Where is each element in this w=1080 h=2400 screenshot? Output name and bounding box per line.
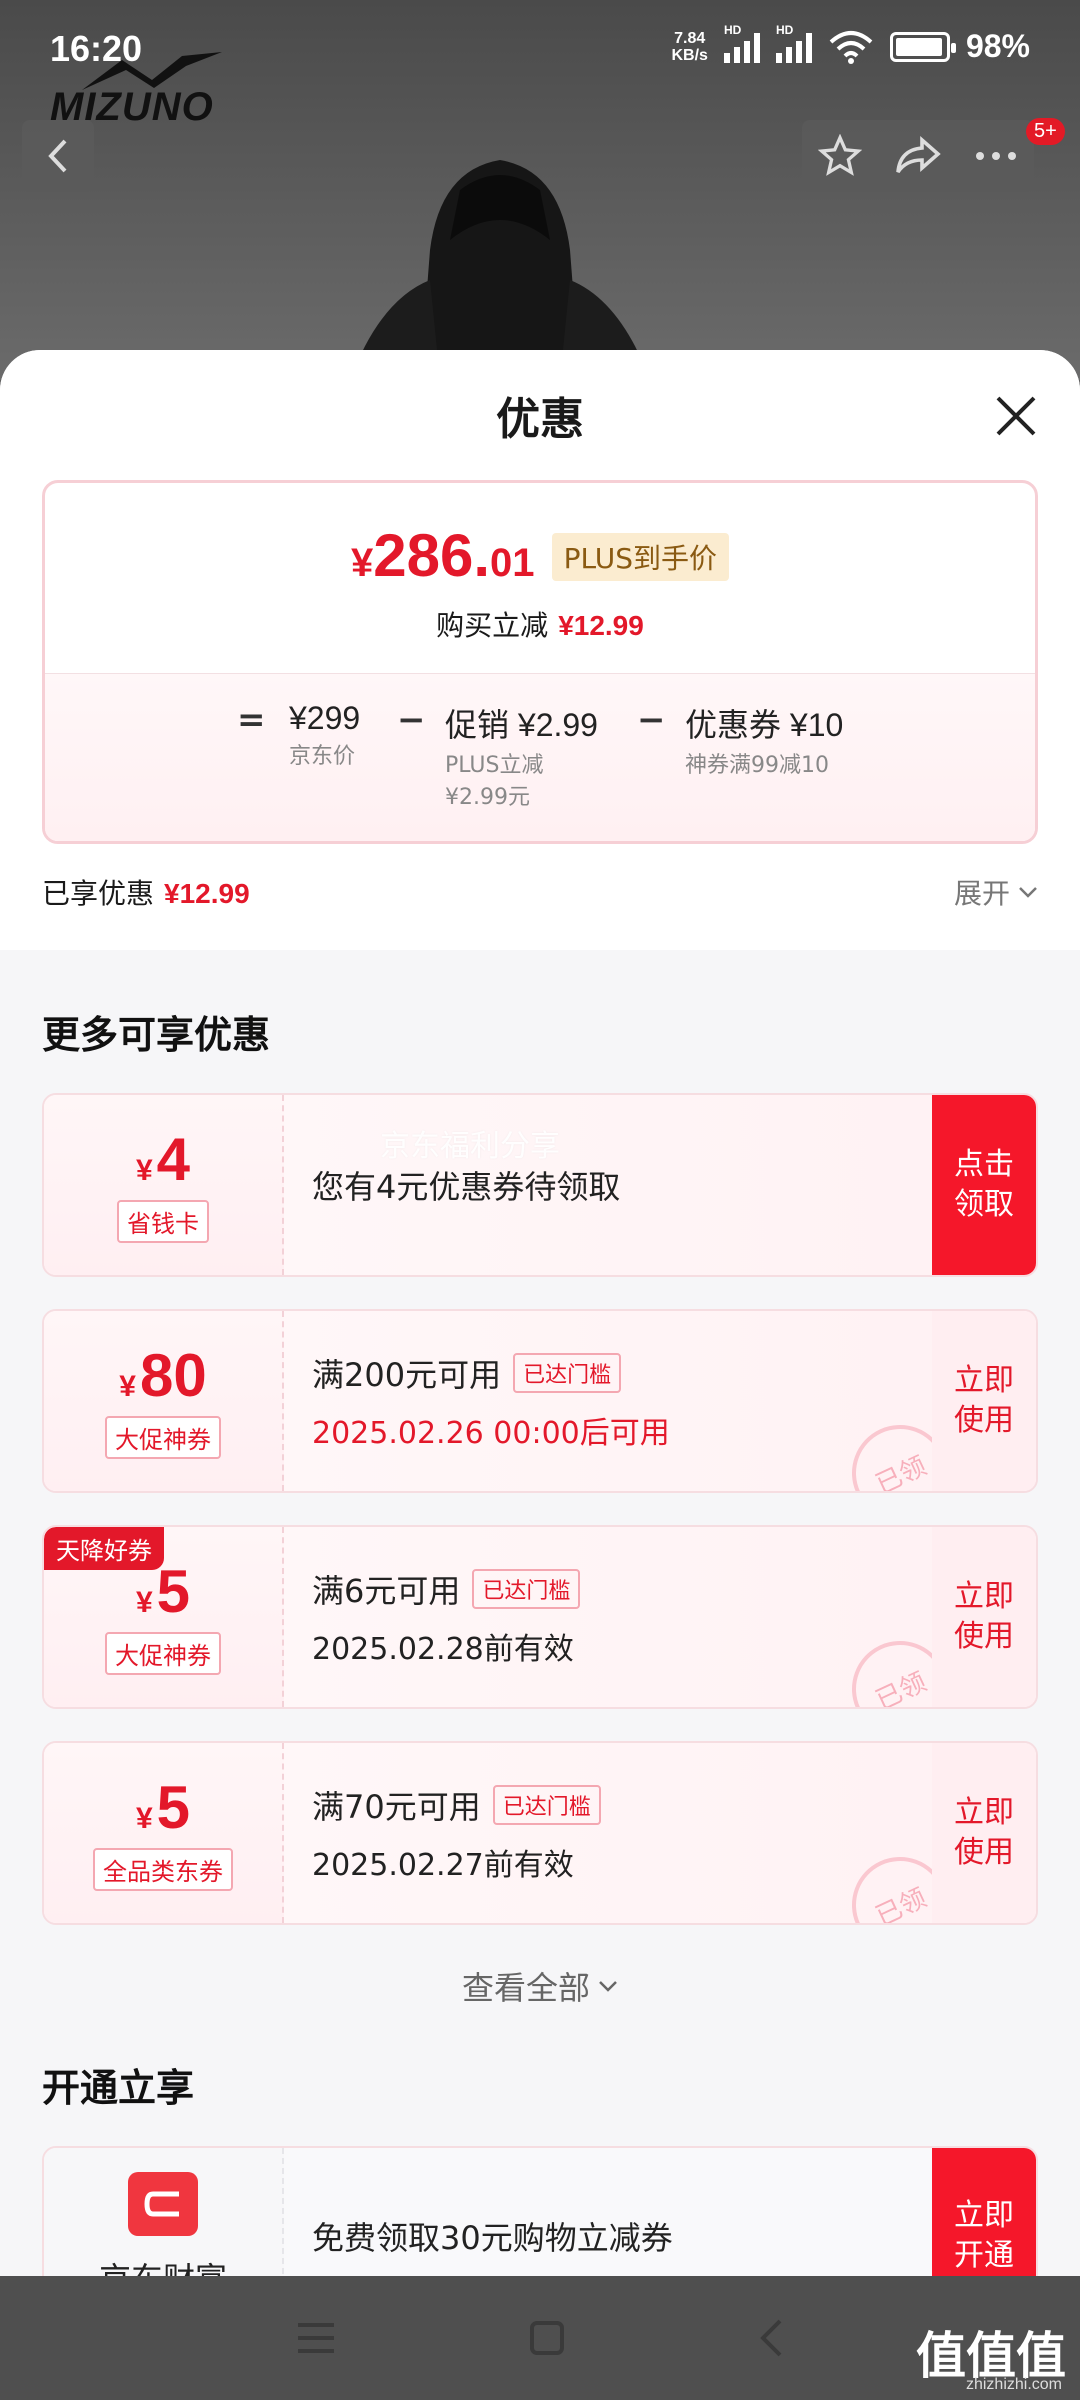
signal-icon-2: HD	[775, 23, 812, 63]
sheet-header-block: 优惠 ¥ 286. 01 PLUS到手价 购买立减 ¥12.99 = ¥299 京	[0, 350, 1080, 950]
formula-item-jd-price: ¥299 京东价	[289, 700, 361, 769]
coupon-value: ¥80 大促神券	[44, 1311, 284, 1491]
sheet-title: 优惠	[496, 394, 584, 445]
activate-button[interactable]: 立即 开通	[932, 2148, 1036, 2278]
discount-sheet: 优惠 ¥ 286. 01 PLUS到手价 购买立减 ¥12.99 = ¥299 京	[0, 350, 1080, 2278]
jd-wealth-card: 京东财富 免费领取30元购物立减券 立即 开通	[42, 2146, 1038, 2278]
chevron-down-icon	[599, 1981, 617, 1992]
back-icon	[48, 139, 67, 173]
jacket-image	[350, 160, 650, 380]
coupon-type: 全品类东券	[93, 1847, 233, 1891]
coupon-desc: 京东福利分享 您有4元优惠券待领取	[284, 1095, 932, 1275]
minus-sign: −	[397, 700, 426, 740]
coupon-card: ¥5 全品类东券 满70元可用 已达门槛 2025.02.27前有效 已领 立即 …	[42, 1741, 1038, 1925]
coupon-card: ¥80 大促神券 满200元可用 已达门槛 2025.02.26 00:00后可用…	[42, 1309, 1038, 1493]
back-button[interactable]	[22, 120, 94, 192]
coupon-card: 天降好券 ¥5 大促神券 满6元可用 已达门槛 2025.02.28前有效 已领 …	[42, 1525, 1038, 1709]
corner-tag: 天降好券	[44, 1527, 164, 1570]
jd-wealth-desc: 免费领取30元购物立减券	[284, 2148, 932, 2278]
plus-price-tag: PLUS到手价	[551, 533, 729, 581]
coupon-desc: 满6元可用 已达门槛 2025.02.28前有效	[284, 1527, 932, 1707]
share-icon[interactable]	[894, 136, 942, 176]
equals-sign: =	[237, 700, 266, 740]
formula-item-promotion: 促销 ¥2.99 PLUS立减 ¥2.99元	[445, 707, 598, 810]
coupon-type: 省钱卡	[117, 1199, 209, 1243]
menu-icon[interactable]	[296, 2321, 336, 2355]
signal-icon: HD	[723, 23, 760, 63]
enjoyed-discount-row: 已享优惠 ¥12.99 展开	[0, 844, 1080, 940]
watermark-text: 京东福利分享	[380, 1129, 560, 1164]
status-icons: 7.84 KB/s HD HD 98%	[671, 23, 1031, 65]
star-icon[interactable]	[818, 134, 862, 178]
instant-discount: 购买立减 ¥12.99	[436, 609, 644, 642]
claim-button[interactable]: 点击 领取	[932, 1095, 1036, 1275]
formula-item-coupon: 优惠券 ¥10 神券满99减10	[685, 707, 844, 778]
jd-wealth-logo	[128, 2172, 198, 2236]
price-summary-box: ¥ 286. 01 PLUS到手价 购买立减 ¥12.99 = ¥299 京东价 …	[42, 480, 1038, 844]
wifi-icon	[829, 30, 873, 64]
coupon-card: ¥4 省钱卡 京东福利分享 您有4元优惠券待领取 点击 领取	[42, 1093, 1038, 1277]
jd-wealth-name: 京东财富	[99, 2254, 227, 2278]
jd-wealth-brand: 京东财富	[44, 2148, 284, 2278]
more-offers-title: 更多可享优惠	[42, 1013, 271, 1057]
nav-back-icon[interactable]	[758, 2318, 784, 2358]
minus-sign-2: −	[637, 700, 666, 740]
final-price: ¥ 286. 01	[351, 522, 535, 589]
chevron-down-icon	[1019, 887, 1037, 898]
more-icon[interactable]	[974, 150, 1018, 162]
coupon-desc: 满200元可用 已达门槛 2025.02.26 00:00后可用	[284, 1311, 932, 1491]
battery-icon	[889, 31, 956, 62]
enjoyed-discount: 已享优惠 ¥12.99	[42, 877, 250, 910]
use-now-button[interactable]: 立即 使用	[932, 1527, 1036, 1707]
message-badge: 5+	[1026, 118, 1065, 145]
use-now-button[interactable]: 立即 使用	[932, 1311, 1036, 1491]
battery-percent: 98%	[965, 28, 1030, 64]
header-actions	[802, 120, 1034, 192]
coupon-value: ¥5 全品类东券	[44, 1743, 284, 1923]
view-all-button[interactable]: 查看全部	[0, 1957, 1080, 2023]
close-icon[interactable]	[992, 392, 1040, 440]
coupon-desc: 满70元可用 已达门槛 2025.02.27前有效	[284, 1743, 932, 1923]
price-formula: = ¥299 京东价 − 促销 ¥2.99 PLUS立减 ¥2.99元 − 优惠…	[45, 673, 1035, 841]
home-icon[interactable]	[529, 2320, 565, 2356]
threshold-reached-tag: 已达门槛	[513, 1353, 622, 1393]
coupon-value: ¥4 省钱卡	[44, 1095, 284, 1275]
network-speed: 7.84 KB/s	[671, 29, 708, 64]
use-now-button[interactable]: 立即 使用	[932, 1743, 1036, 1923]
coupon-type: 大促神券	[105, 1415, 221, 1459]
sheet-title-bar: 优惠	[0, 350, 1080, 480]
threshold-reached-tag: 已达门槛	[492, 1785, 601, 1825]
final-price-block: ¥ 286. 01 PLUS到手价 购买立减 ¥12.99	[45, 483, 1035, 673]
open-enjoy-title: 开通立享	[42, 2066, 195, 2110]
coupon-type: 大促神券	[105, 1631, 221, 1675]
wallet-icon	[144, 2191, 179, 2217]
expand-button[interactable]: 展开	[954, 872, 1038, 912]
threshold-reached-tag: 已达门槛	[472, 1569, 581, 1609]
site-watermark-domain: zhizhizhi.com	[965, 2376, 1062, 2393]
